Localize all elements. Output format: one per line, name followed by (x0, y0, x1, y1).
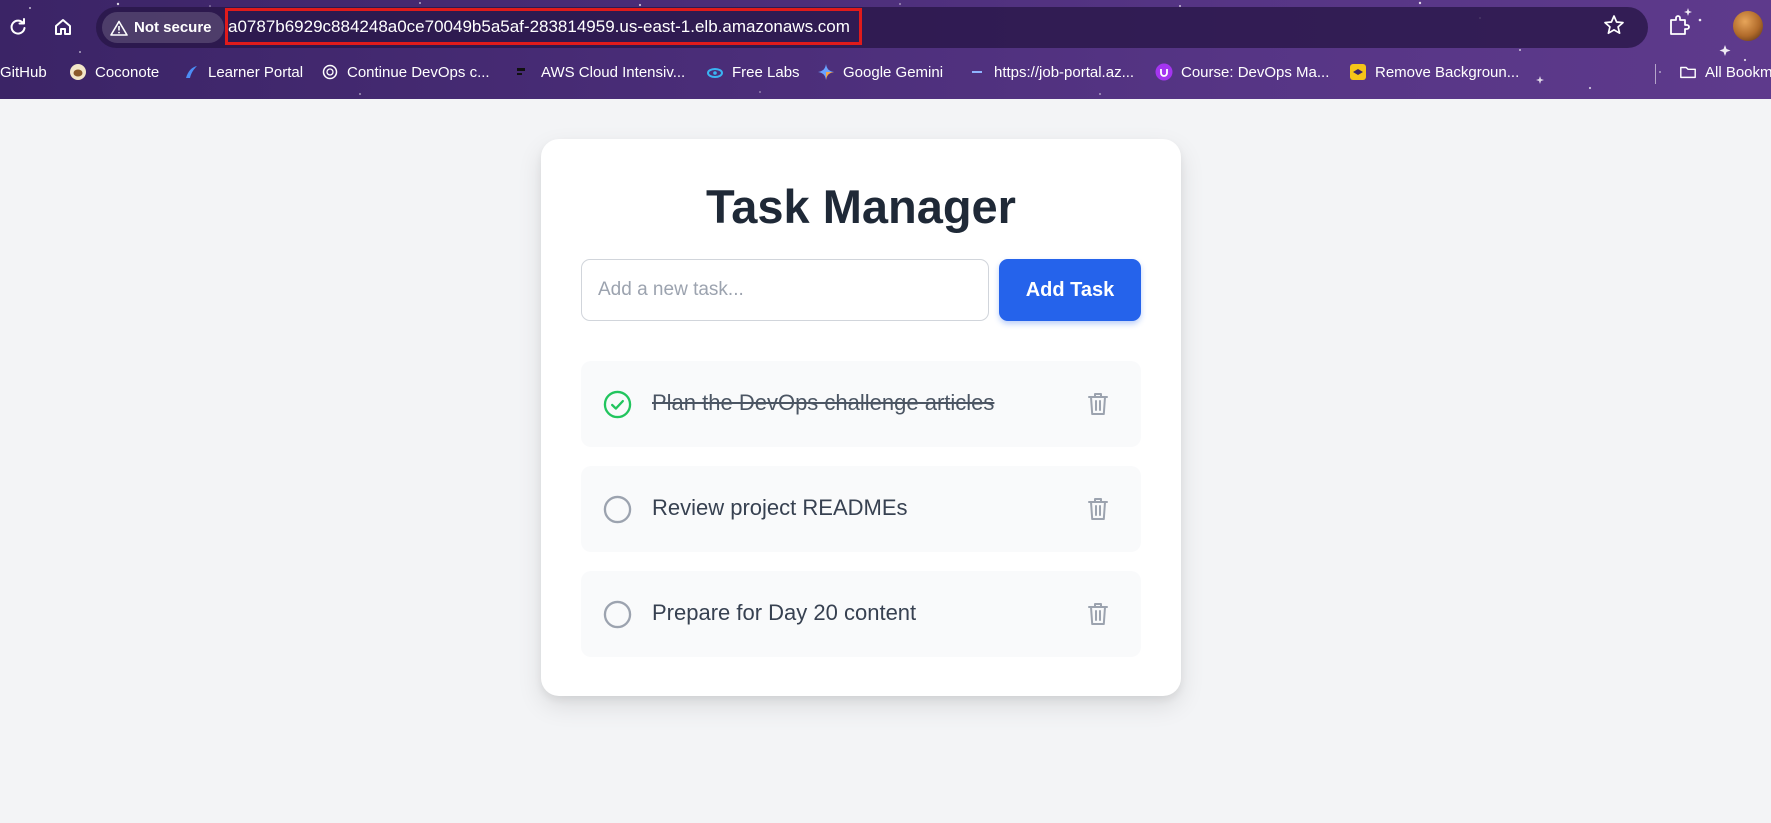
free-labs-icon (706, 63, 724, 81)
reload-button[interactable] (2, 11, 34, 43)
bookmark-label: Learner Portal (208, 63, 304, 81)
bookmark-label: Remove Backgroun... (1375, 63, 1520, 81)
site-security-chip[interactable]: Not secure (102, 12, 224, 43)
home-icon (55, 19, 71, 35)
bookmark-job-portal[interactable]: https://job-portal.az... (968, 61, 1134, 83)
bookmark-free-labs[interactable]: Free Labs (706, 61, 800, 83)
extensions-icon (1670, 15, 1690, 35)
aws-icon (515, 63, 533, 81)
bookmark-all-bookmarks[interactable]: All Bookm (1679, 61, 1771, 83)
folder-icon (1679, 63, 1697, 81)
bookmark-label: All Bookm (1705, 63, 1771, 81)
learner-portal-icon (182, 63, 200, 81)
bookmark-star-button[interactable] (1603, 14, 1625, 41)
bookmark-gemini[interactable]: Google Gemini (817, 61, 943, 83)
bookmark-label: Google Gemini (843, 63, 944, 81)
bookmark-label: https://job-portal.az... (994, 63, 1135, 81)
task-item: Review project READMEs (581, 466, 1141, 552)
task-item: Plan the DevOps challenge articles (581, 361, 1141, 447)
udemy-icon (1155, 63, 1173, 81)
bookmark-aws[interactable]: AWS Cloud Intensiv... (515, 61, 685, 83)
bookmark-udemy-course[interactable]: Course: DevOps Ma... (1155, 61, 1329, 83)
bookmark-label: Coconote (95, 63, 160, 81)
gemini-icon (817, 63, 835, 81)
add-task-button[interactable]: Add Task (999, 259, 1141, 321)
task-label: Review project READMEs (652, 495, 908, 520)
avatar[interactable] (1733, 11, 1763, 41)
bookmark-chatgpt[interactable]: Continue DevOps c... (321, 61, 490, 83)
task-label: Prepare for Day 20 content (652, 600, 917, 625)
trash-icon[interactable] (1086, 496, 1110, 522)
browser-toolbar: Not secure a0787b6929c884248a0ce70049b5a… (0, 0, 1771, 54)
bookmark-coconote[interactable]: Coconote (69, 61, 159, 83)
task-manager-card: Task Manager Add Task Plan the DevOps ch… (541, 139, 1181, 696)
bookmark-label: GitHub (0, 63, 47, 81)
new-task-input[interactable] (581, 259, 989, 321)
coconote-icon (69, 63, 87, 81)
bookmark-label: Continue DevOps c... (347, 63, 490, 81)
task-item: Prepare for Day 20 content (581, 571, 1141, 657)
bookmark-learner-portal[interactable]: Learner Portal (182, 61, 303, 83)
bookmarks-bar: GitHub Coconote Learner Portal Continue … (0, 54, 1771, 90)
check-circle-icon[interactable] (603, 390, 632, 419)
trash-icon[interactable] (1086, 601, 1110, 627)
trash-icon[interactable] (1086, 391, 1110, 417)
browser-chrome: Not secure a0787b6929c884248a0ce70049b5a… (0, 0, 1771, 99)
bookmark-label: Course: DevOps Ma... (1181, 63, 1330, 81)
empty-circle-icon[interactable] (603, 600, 632, 629)
home-button[interactable] (47, 11, 79, 43)
bookmark-github[interactable]: GitHub (0, 61, 47, 83)
reload-icon (10, 18, 26, 35)
warning-icon (110, 20, 128, 36)
security-label: Not secure (134, 19, 212, 36)
bookmark-label: AWS Cloud Intensiv... (541, 63, 686, 81)
azure-icon (968, 63, 986, 81)
bookmark-remove-bg[interactable]: Remove Backgroun... (1349, 61, 1519, 83)
remove-bg-icon (1349, 63, 1367, 81)
bookmarks-divider (1655, 64, 1656, 84)
openai-icon (321, 63, 339, 81)
page-title: Task Manager (706, 180, 1016, 233)
extensions-button[interactable] (1667, 13, 1691, 42)
empty-circle-icon[interactable] (603, 495, 632, 524)
task-label: Plan the DevOps challenge articles (652, 390, 995, 415)
star-icon (1604, 15, 1624, 35)
url-text[interactable]: a0787b6929c884248a0ce70049b5a5af-2838149… (228, 17, 850, 37)
bookmark-label: Free Labs (732, 63, 800, 81)
